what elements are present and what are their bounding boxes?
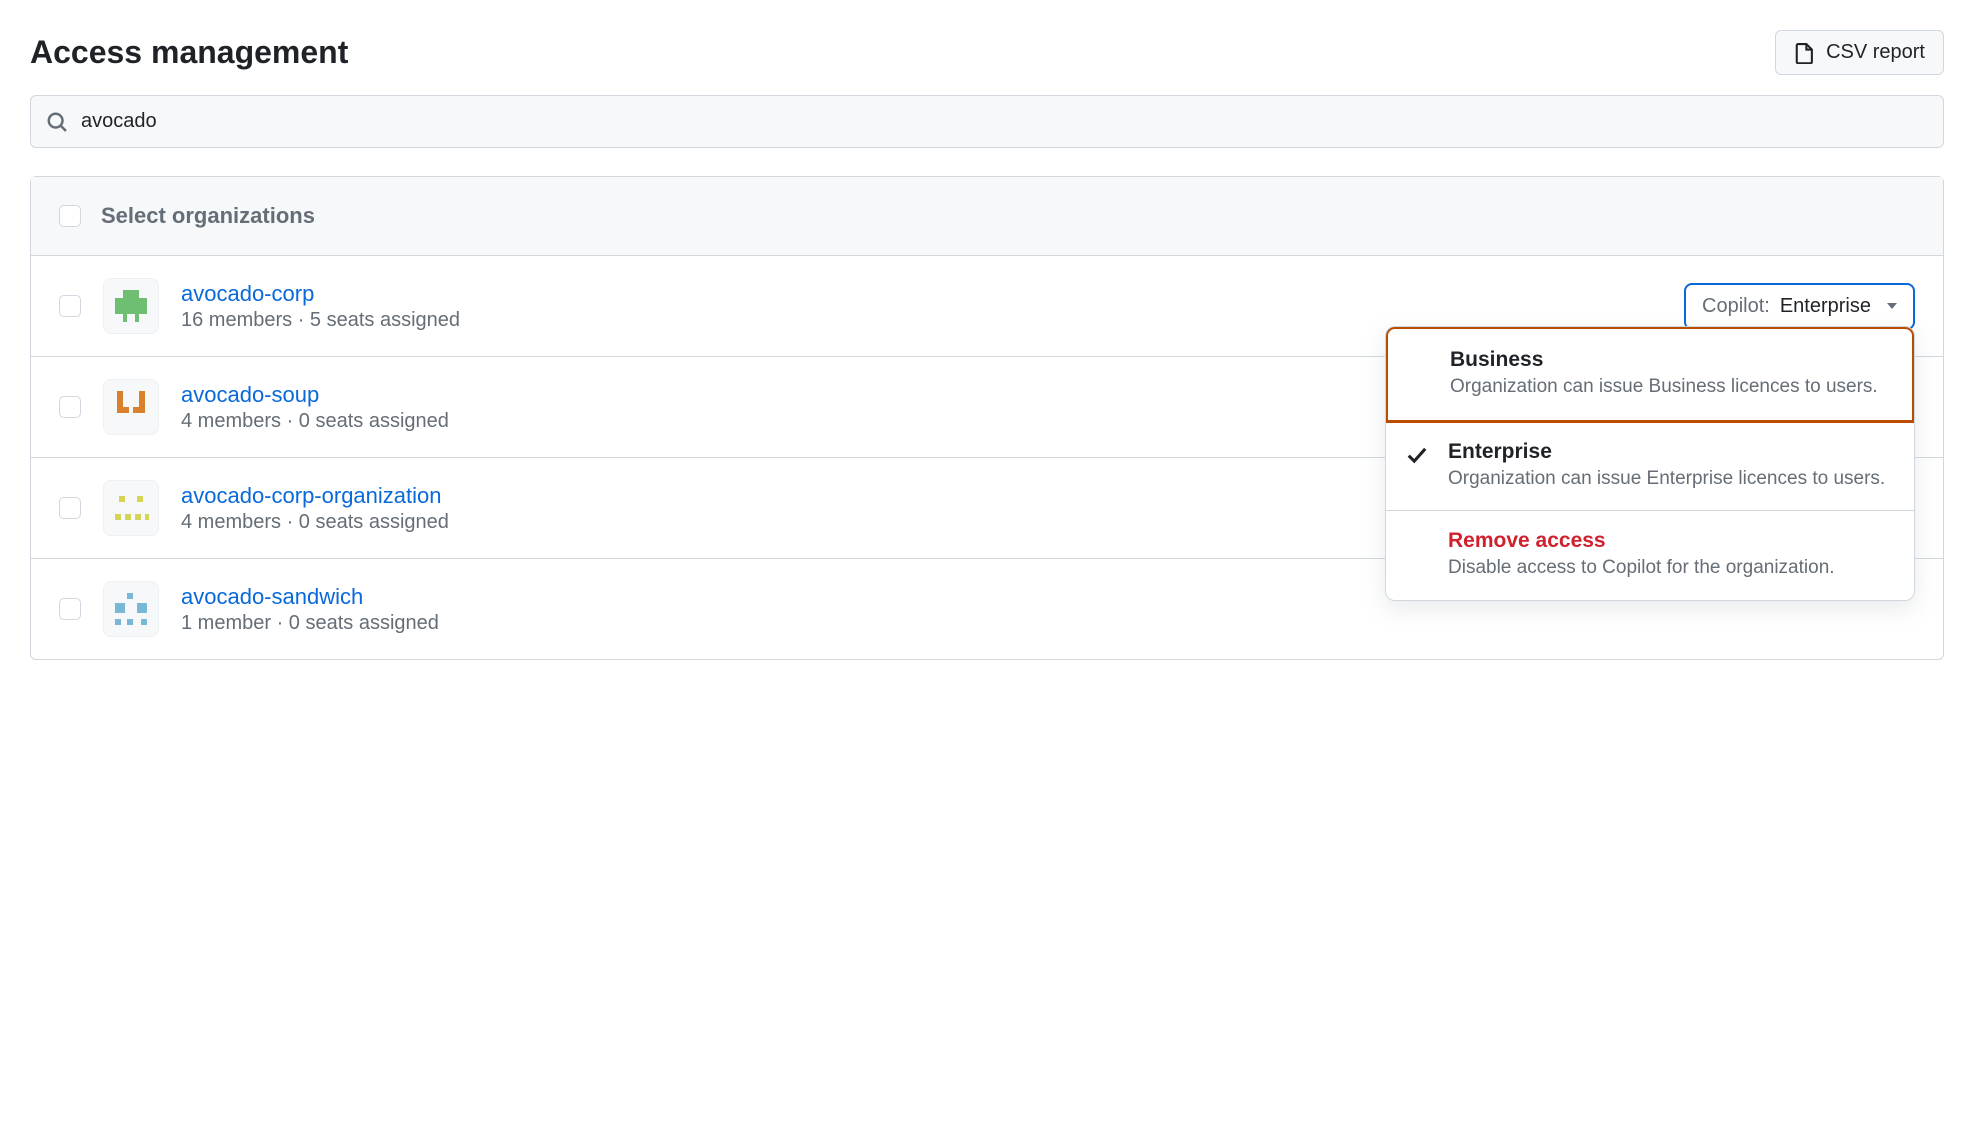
row-checkbox[interactable] bbox=[59, 295, 81, 317]
csv-report-button[interactable]: CSV report bbox=[1775, 30, 1944, 75]
row-checkbox[interactable] bbox=[59, 396, 81, 418]
search-icon bbox=[46, 111, 68, 133]
menu-item-remove-access[interactable]: Remove access Disable access to Copilot … bbox=[1386, 511, 1914, 600]
org-link[interactable]: avocado-corp-organization bbox=[181, 483, 442, 508]
menu-item-description: Disable access to Copilot for the organi… bbox=[1448, 555, 1892, 582]
avatar bbox=[103, 379, 159, 435]
org-link[interactable]: avocado-soup bbox=[181, 382, 319, 407]
menu-item-title: Business bbox=[1450, 348, 1889, 372]
select-all-checkbox[interactable] bbox=[59, 205, 81, 227]
chevron-down-icon bbox=[1887, 303, 1897, 309]
menu-item-title: Remove access bbox=[1448, 529, 1892, 553]
table-row: avocado-corp 16 members · 5 seats assign… bbox=[31, 256, 1943, 357]
csv-report-label: CSV report bbox=[1826, 41, 1925, 64]
row-checkbox[interactable] bbox=[59, 598, 81, 620]
copilot-dropdown-button[interactable]: Copilot: Enterprise bbox=[1684, 283, 1915, 330]
avatar bbox=[103, 278, 159, 334]
dropdown-label: Copilot: bbox=[1702, 295, 1770, 318]
avatar bbox=[103, 581, 159, 637]
search-input[interactable] bbox=[30, 95, 1944, 148]
menu-item-description: Organization can issue Enterprise licenc… bbox=[1448, 466, 1892, 493]
avatar bbox=[103, 480, 159, 536]
panel-header: Select organizations bbox=[31, 177, 1943, 256]
org-link[interactable]: avocado-sandwich bbox=[181, 584, 363, 609]
menu-item-enterprise[interactable]: Enterprise Organization can issue Enterp… bbox=[1386, 422, 1914, 512]
page-title: Access management bbox=[30, 34, 348, 71]
menu-item-description: Organization can issue Business licences… bbox=[1450, 374, 1889, 401]
menu-item-business[interactable]: Business Organization can issue Business… bbox=[1385, 326, 1915, 423]
check-icon bbox=[1406, 444, 1428, 466]
organizations-panel: Select organizations avocado-corp 16 mem… bbox=[30, 176, 1944, 660]
file-icon bbox=[1794, 42, 1816, 64]
copilot-dropdown-menu: Business Organization can issue Business… bbox=[1385, 326, 1915, 601]
dropdown-value: Enterprise bbox=[1780, 295, 1871, 318]
org-subtitle: 1 member · 0 seats assigned bbox=[181, 612, 1915, 635]
row-checkbox[interactable] bbox=[59, 497, 81, 519]
org-link[interactable]: avocado-corp bbox=[181, 281, 314, 306]
select-organizations-label: Select organizations bbox=[101, 203, 315, 229]
menu-item-title: Enterprise bbox=[1448, 440, 1892, 464]
